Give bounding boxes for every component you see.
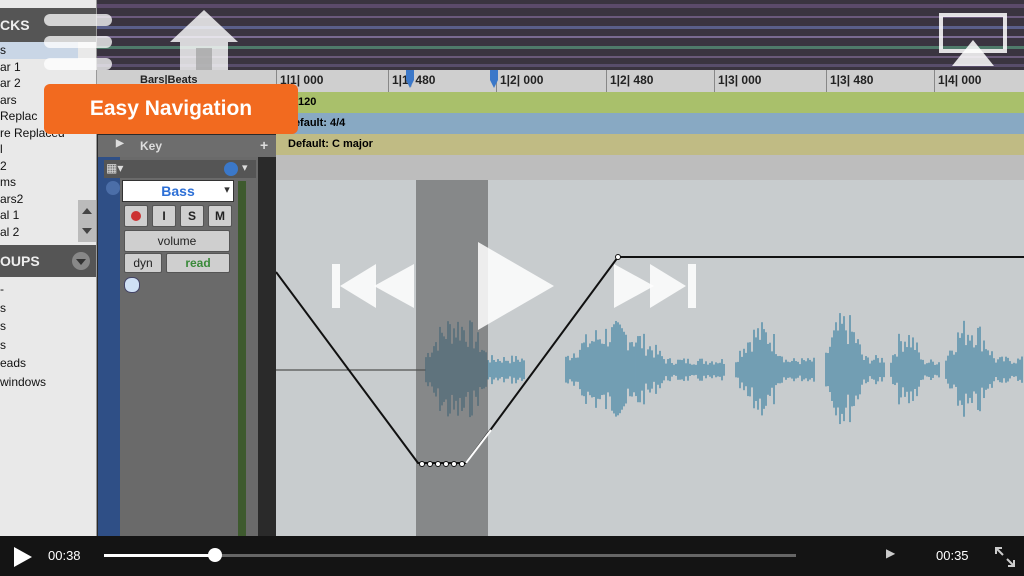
selection-start-marker[interactable] xyxy=(402,70,422,92)
automation-mode-select[interactable]: read xyxy=(166,253,230,273)
track-view-value: volume xyxy=(157,234,197,248)
tempo-ruler[interactable]: 120 xyxy=(276,92,1024,113)
key-ruler[interactable]: Default: C major xyxy=(276,134,1024,155)
selection-end-marker[interactable] xyxy=(486,70,506,92)
home-icon[interactable] xyxy=(168,8,240,72)
track-list-item[interactable]: 2 xyxy=(0,158,78,175)
progress-track[interactable] xyxy=(104,548,796,562)
input-monitor-button[interactable]: I xyxy=(152,205,176,227)
voice-icon[interactable] xyxy=(124,277,140,293)
dyn-button[interactable]: dyn xyxy=(124,253,162,273)
group-list-item[interactable]: eads xyxy=(0,354,78,373)
record-enable-button[interactable] xyxy=(124,205,148,227)
fast-forward-icon[interactable] xyxy=(610,260,700,312)
track-expand-icon[interactable] xyxy=(106,181,120,195)
group-list-item[interactable]: s xyxy=(0,317,78,336)
track-list-item[interactable]: ms xyxy=(0,174,78,191)
track-meter xyxy=(238,181,246,536)
solo-button[interactable]: S xyxy=(180,205,204,227)
tracks-scrollbar[interactable] xyxy=(78,200,96,242)
progress-fill xyxy=(104,554,215,557)
track-view-select[interactable]: volume xyxy=(124,230,230,252)
meter-ruler[interactable]: Default: 4/4 xyxy=(276,113,1024,134)
group-list-item[interactable]: s xyxy=(0,336,78,355)
group-list-item[interactable]: windows xyxy=(0,373,78,392)
add-marker-icon[interactable]: + xyxy=(260,137,268,153)
track-header-ruler xyxy=(276,155,1024,181)
menu-icon[interactable] xyxy=(44,10,114,72)
group-list-item[interactable]: - xyxy=(0,280,78,299)
video-player-bar: 00:38 ▶ 00:35 xyxy=(0,536,1024,576)
scroll-down-icon[interactable] xyxy=(82,228,92,234)
fullscreen-icon[interactable] xyxy=(994,546,1016,568)
track-options-icon[interactable]: ▦▾ xyxy=(106,161,123,175)
track-list-item[interactable]: l xyxy=(0,141,78,158)
track-color-bar xyxy=(98,135,120,536)
groups-menu-icon[interactable] xyxy=(72,252,90,270)
play-icon[interactable] xyxy=(12,546,34,568)
track-list-item[interactable]: ars2 xyxy=(0,191,78,208)
timebase-menu-icon[interactable]: ▾ xyxy=(242,161,248,174)
record-icon xyxy=(131,211,141,221)
track-list-item[interactable]: al 1 xyxy=(0,207,78,224)
volume-icon[interactable]: ▶ xyxy=(886,546,895,560)
track-name-menu-icon[interactable]: ▾ xyxy=(220,180,234,200)
group-list: - s s s eads windows xyxy=(0,280,78,391)
key-value: Default: C major xyxy=(288,138,373,150)
easy-navigation-callout: Easy Navigation xyxy=(44,84,298,134)
ruler-mark: 1|3| 000 xyxy=(718,73,762,87)
key-ruler-label: Key xyxy=(140,139,163,153)
ruler-mark: 1|4| 000 xyxy=(938,73,982,87)
mute-button[interactable]: M xyxy=(208,205,232,227)
timebase-icon[interactable] xyxy=(224,162,238,176)
remaining-time: 00:35 xyxy=(936,548,969,563)
ruler-mark: 1|3| 480 xyxy=(830,73,874,87)
airplay-icon[interactable] xyxy=(938,12,1008,68)
expand-arrow-icon[interactable]: ▶ xyxy=(116,138,124,149)
track-list-item[interactable]: al 2 xyxy=(0,224,78,241)
group-list-item[interactable]: s xyxy=(0,299,78,318)
rewind-icon[interactable] xyxy=(330,260,420,312)
ruler-mark: 1|2| 000 xyxy=(500,73,544,87)
groups-title: OUPS xyxy=(0,253,40,269)
track-name-field[interactable]: Bass xyxy=(122,180,234,202)
play-icon[interactable] xyxy=(474,238,558,334)
volume-automation-line[interactable] xyxy=(276,180,1024,536)
key-ruler-header: ▶ Key + xyxy=(98,135,276,157)
track-header-toolbar: ▦▾ ▾ xyxy=(104,160,256,178)
ruler-mark: 1|2| 480 xyxy=(610,73,654,87)
elapsed-time: 00:38 xyxy=(48,548,81,563)
tracks-title: CKS xyxy=(0,17,30,33)
scroll-up-icon[interactable] xyxy=(82,208,92,214)
progress-knob[interactable] xyxy=(207,548,222,562)
groups-header: OUPS xyxy=(0,245,96,277)
